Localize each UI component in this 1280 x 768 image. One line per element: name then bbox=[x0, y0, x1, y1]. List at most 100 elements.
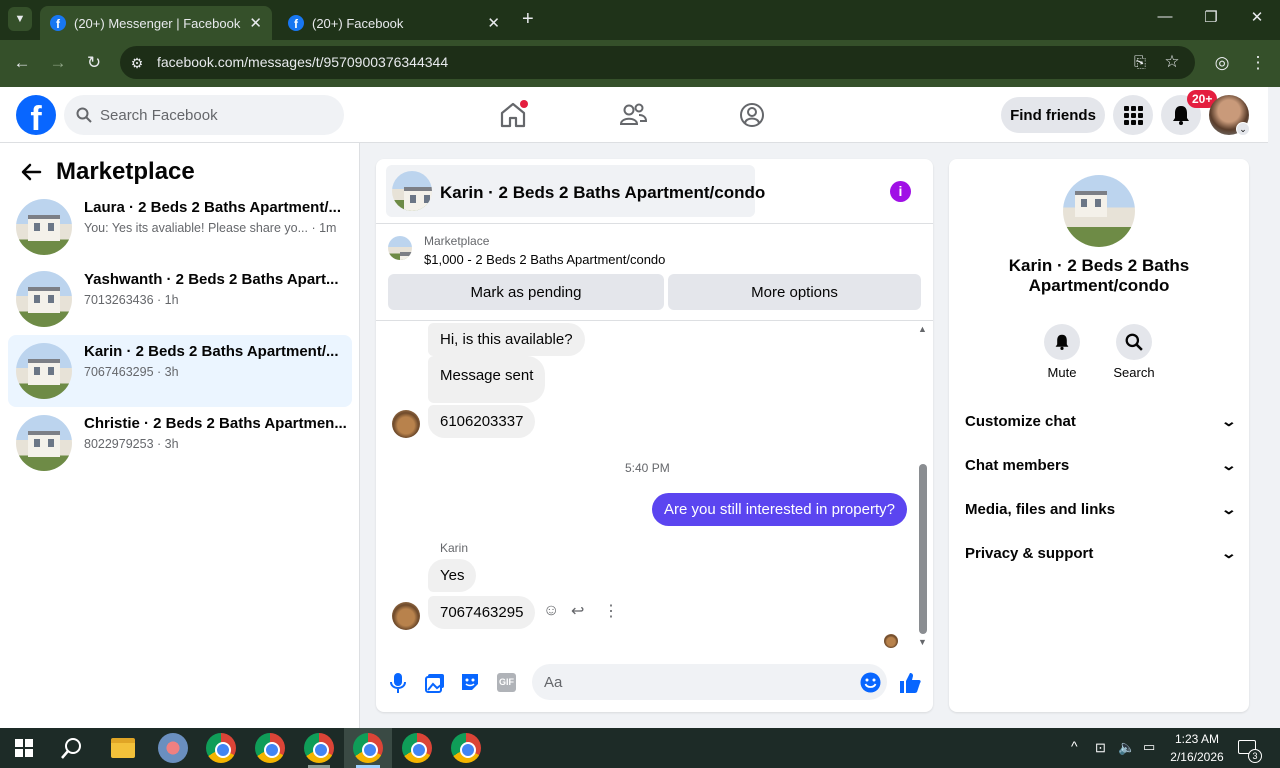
read-receipt-avatar bbox=[884, 634, 898, 648]
install-app-icon[interactable]: ⎘ bbox=[1127, 50, 1153, 76]
close-tab-icon[interactable]: ✕ bbox=[249, 14, 262, 32]
media-files-links-section[interactable]: Media, files and links ⌄ bbox=[965, 491, 1238, 527]
like-thumb-icon[interactable] bbox=[899, 671, 922, 694]
chevron-down-icon: ⌄ bbox=[1220, 456, 1238, 473]
search-input[interactable]: Search Facebook bbox=[64, 95, 344, 135]
scroll-down-icon[interactable]: ▼ bbox=[918, 637, 927, 647]
chat-avatar bbox=[392, 171, 432, 211]
network-icon[interactable]: ▭ bbox=[1143, 739, 1155, 755]
reply-icon[interactable]: ↩ bbox=[571, 601, 584, 621]
bookmark-star-icon[interactable]: ☆ bbox=[1159, 49, 1185, 75]
profile-icon[interactable]: ◎ bbox=[1209, 50, 1235, 76]
file-explorer-icon[interactable] bbox=[111, 738, 135, 758]
tray-expand-icon[interactable]: ^ bbox=[1071, 738, 1078, 754]
windows-start-icon[interactable] bbox=[15, 739, 33, 757]
message-placeholder: Aa bbox=[544, 673, 563, 691]
chevron-down-icon: ⌄ bbox=[1220, 500, 1238, 517]
browser-menu-icon[interactable]: ⋮ bbox=[1245, 50, 1271, 76]
search-icon bbox=[76, 107, 92, 123]
scroll-up-icon[interactable]: ▲ bbox=[918, 324, 927, 334]
emoji-icon[interactable] bbox=[860, 672, 881, 693]
notification-count-badge: 3 bbox=[1248, 749, 1262, 763]
message-timestamp: 5:40 PM bbox=[625, 461, 670, 475]
conversation-preview: 7067463295 · 3h bbox=[84, 365, 179, 379]
conversation-name: Laura · 2 Beds 2 Baths Apartment/... bbox=[84, 199, 342, 216]
message-bubble[interactable]: Yes bbox=[428, 559, 477, 592]
chat-members-section[interactable]: Chat members ⌄ bbox=[965, 447, 1238, 483]
details-avatar bbox=[1063, 175, 1135, 247]
photo-icon[interactable] bbox=[425, 673, 445, 693]
info-icon[interactable]: i bbox=[890, 181, 911, 202]
grid-icon bbox=[1124, 106, 1143, 125]
chat-title: Karin · 2 Beds 2 Baths Apartment/condo bbox=[440, 183, 766, 202]
page-scrollbar[interactable] bbox=[1268, 87, 1280, 728]
mute-label: Mute bbox=[1047, 365, 1077, 380]
groups-icon[interactable] bbox=[737, 100, 767, 130]
conversation-item[interactable]: Yashwanth · 2 Beds 2 Baths Apart... 7013… bbox=[8, 263, 352, 335]
minimize-icon[interactable]: — bbox=[1150, 8, 1180, 32]
chevron-down-icon: ⌄ bbox=[1220, 544, 1238, 561]
gif-icon[interactable]: GIF bbox=[497, 673, 516, 692]
conversation-item[interactable]: Laura · 2 Beds 2 Baths Apartment/... You… bbox=[8, 191, 352, 263]
search-placeholder: Search Facebook bbox=[100, 106, 218, 124]
find-friends-button[interactable]: Find friends bbox=[1001, 97, 1105, 133]
microphone-icon[interactable] bbox=[389, 672, 407, 694]
listing-thumbnail bbox=[16, 415, 72, 471]
chrome-profile-icon[interactable] bbox=[451, 733, 481, 763]
account-chevron-icon[interactable]: ⌄ bbox=[1236, 122, 1250, 136]
site-info-icon[interactable]: ⚙ bbox=[124, 50, 150, 76]
listing-thumbnail bbox=[16, 199, 72, 255]
forward-icon[interactable]: → bbox=[45, 50, 71, 76]
listing-title[interactable]: $1,000 - 2 Beds 2 Baths Apartment/condo bbox=[424, 252, 665, 267]
message-bubble[interactable]: Message sent bbox=[428, 356, 546, 403]
clock-time[interactable]: 1:23 AM bbox=[1170, 732, 1224, 746]
react-icon[interactable]: ☺ bbox=[543, 602, 559, 620]
friends-icon[interactable] bbox=[618, 100, 648, 130]
paint-app-icon[interactable] bbox=[158, 733, 188, 763]
sticker-icon[interactable] bbox=[460, 672, 480, 692]
taskbar-search-icon[interactable] bbox=[61, 737, 83, 759]
chat-scrollbar-thumb[interactable] bbox=[919, 464, 927, 634]
conversation-name: Yashwanth · 2 Beds 2 Baths Apart... bbox=[84, 271, 339, 288]
section-label: Customize chat bbox=[965, 412, 1076, 430]
tray-device-icon[interactable]: ⊡ bbox=[1095, 740, 1106, 756]
close-tab-icon[interactable]: ✕ bbox=[487, 14, 500, 32]
message-bubble[interactable]: 6106203337 bbox=[428, 405, 536, 438]
customize-chat-section[interactable]: Customize chat ⌄ bbox=[965, 403, 1237, 439]
back-icon[interactable]: ← bbox=[9, 50, 35, 76]
facebook-logo-icon[interactable]: f bbox=[16, 95, 56, 135]
new-tab-icon[interactable]: + bbox=[522, 8, 534, 31]
reload-icon[interactable]: ↻ bbox=[81, 50, 107, 76]
home-icon[interactable] bbox=[498, 100, 528, 130]
tab-messenger[interactable]: f (20+) Messenger | Facebook ✕ bbox=[40, 6, 272, 40]
conversation-item[interactable]: Christie · 2 Beds 2 Baths Apartmen... 80… bbox=[8, 407, 352, 479]
chrome-profile-icon[interactable] bbox=[402, 733, 432, 763]
chrome-profile-icon[interactable] bbox=[353, 733, 383, 763]
sender-name: Karin bbox=[440, 541, 469, 555]
menu-grid-button[interactable] bbox=[1113, 95, 1153, 135]
more-actions-icon[interactable]: ⋮ bbox=[603, 601, 619, 621]
chrome-profile-icon[interactable] bbox=[255, 733, 285, 763]
search-conversation-button[interactable] bbox=[1116, 324, 1152, 360]
chrome-icon[interactable] bbox=[206, 733, 236, 763]
chrome-profile-icon[interactable] bbox=[304, 733, 334, 763]
message-input[interactable]: Aa bbox=[532, 664, 887, 700]
conversation-name: Karin · 2 Beds 2 Baths Apartment/... bbox=[84, 343, 339, 360]
message-bubble[interactable]: Hi, is this available? bbox=[428, 323, 585, 356]
mute-button[interactable] bbox=[1044, 324, 1080, 360]
tab-search-button[interactable]: ▼ bbox=[8, 7, 32, 31]
mark-as-pending-button[interactable]: Mark as pending bbox=[388, 274, 664, 310]
close-window-icon[interactable]: ✕ bbox=[1242, 8, 1272, 32]
restore-icon[interactable]: ❐ bbox=[1196, 8, 1226, 32]
message-bubble[interactable]: 7067463295 bbox=[428, 596, 536, 629]
volume-icon[interactable]: 🔈 bbox=[1118, 739, 1135, 756]
tab-facebook[interactable]: f (20+) Facebook ✕ bbox=[278, 6, 510, 40]
back-arrow-icon[interactable] bbox=[20, 161, 42, 183]
more-options-button[interactable]: More options bbox=[668, 274, 921, 310]
conversation-item-selected[interactable]: Karin · 2 Beds 2 Baths Apartment/... 706… bbox=[8, 335, 352, 407]
outgoing-message-bubble[interactable]: Are you still interested in property? bbox=[652, 493, 907, 526]
privacy-support-section[interactable]: Privacy & support ⌄ bbox=[965, 535, 1238, 571]
search-icon bbox=[1125, 333, 1143, 351]
clock-date[interactable]: 2/16/2026 bbox=[1166, 750, 1228, 764]
section-label: Chat members bbox=[965, 456, 1070, 474]
